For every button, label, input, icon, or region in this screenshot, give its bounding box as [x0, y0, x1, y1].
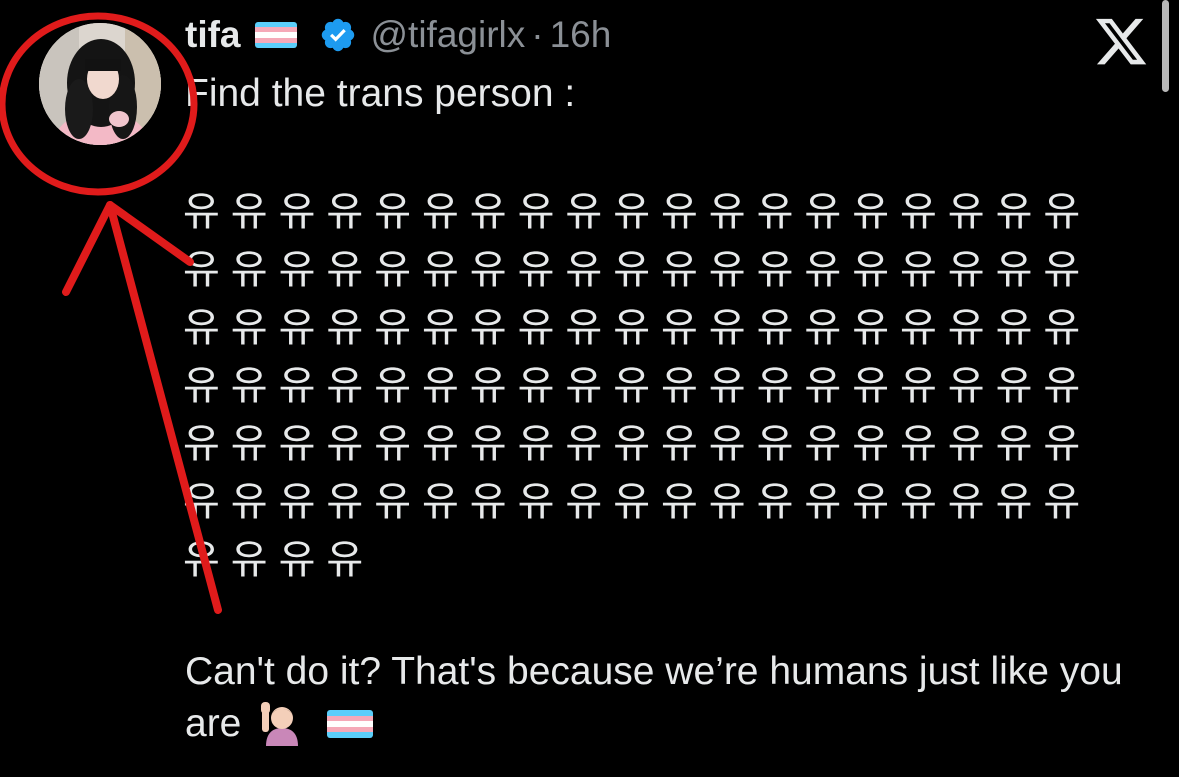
tweet-outro-text: Can't do it? That's because we’re humans… — [185, 650, 1123, 745]
glyph-grid: 유유유유유유유유유유유유유유유유유유유 유유유유유유유유유유유유유유유유유유유 … — [183, 183, 1143, 589]
transgender-flag-icon — [254, 22, 297, 48]
glyph-row: 유유유유유유유유유유유유유유유유유유유 — [183, 189, 1092, 235]
verified-badge-icon — [321, 18, 354, 52]
tweet-intro-text: Find the trans person : — [185, 72, 576, 115]
scrollbar[interactable] — [1162, 0, 1169, 92]
red-arrowhead — [62, 201, 194, 296]
glyph-row: 유유유유유유유유유유유유유유유유유유유 — [183, 479, 1092, 525]
profile-photo — [39, 23, 161, 145]
display-name[interactable]: tifa — [185, 14, 241, 56]
user-handle[interactable]: @tifagirlx — [371, 14, 526, 56]
glyph-row: 유유유유유유유유유유유유유유유유유유유 — [183, 363, 1092, 409]
raising-hand-emoji — [261, 702, 299, 746]
glyph-row: 유유유유유유유유유유유유유유유유유유유 — [183, 305, 1092, 351]
tweet-outro: Can't do it? That's because we’re humans… — [185, 646, 1165, 750]
tweet-header: tifa @tifagirlx · 16h — [185, 10, 611, 60]
glyph-row: 유유유유유유유유유유유유유유유유유유유 — [183, 421, 1092, 467]
transgender-flag-emoji — [327, 710, 374, 738]
post-time[interactable]: 16h — [550, 14, 612, 56]
tweet-card: tifa @tifagirlx · 16h Find the trans per… — [0, 0, 1179, 777]
glyph-row: 유유유유 — [183, 537, 375, 583]
separator-dot: · — [531, 14, 544, 55]
avatar[interactable] — [39, 23, 161, 145]
x-logo-icon[interactable] — [1093, 18, 1149, 70]
glyph-row: 유유유유유유유유유유유유유유유유유유유 — [183, 247, 1092, 293]
